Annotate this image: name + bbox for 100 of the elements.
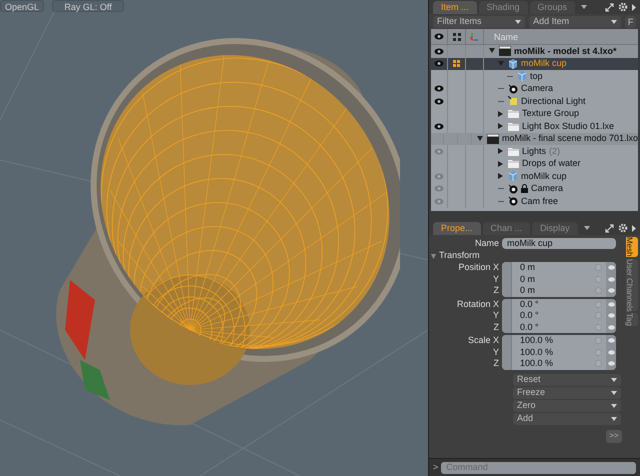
name-field[interactable]: moMilk cup — [502, 238, 616, 249]
settings-icon[interactable] — [618, 223, 628, 233]
expand-icon[interactable] — [605, 224, 614, 232]
tree-row[interactable]: Camera — [431, 82, 638, 95]
clapperboard-icon — [486, 134, 499, 144]
section-title[interactable]: Transform — [439, 249, 480, 263]
arrow-right-icon[interactable] — [632, 224, 636, 232]
tree-item-label: moMilk - final scene modo 701.lxo — [502, 132, 638, 145]
settings-icon[interactable] — [618, 2, 628, 12]
eye-icon[interactable] — [434, 122, 444, 130]
tree-row[interactable]: Drops of water — [431, 158, 638, 170]
collapsed-arrow-icon[interactable] — [498, 160, 504, 167]
collapsed-arrow-icon[interactable] — [498, 123, 504, 130]
drag-handle[interactable] — [502, 358, 512, 370]
viewport-button[interactable]: OpenGL — [0, 0, 44, 12]
tree-row[interactable]: Lights (2) — [431, 145, 638, 158]
tree-row[interactable]: Directional Light — [431, 95, 638, 108]
caret-icon[interactable] — [581, 5, 588, 9]
panel-tab[interactable]: Prope... — [433, 222, 481, 235]
eye-icon[interactable] — [434, 60, 444, 68]
caret-icon — [515, 20, 522, 24]
action-dropdown[interactable]: Add — [513, 412, 621, 424]
eye-toggle[interactable] — [606, 358, 616, 370]
tree-item-label: Directional Light — [521, 94, 586, 108]
tree-row[interactable]: Camera — [431, 182, 638, 195]
collapsed-arrow-icon[interactable] — [498, 148, 504, 154]
lock-icon[interactable] — [521, 184, 528, 194]
arrow-right-icon[interactable] — [632, 4, 636, 10]
collapsed-arrow-icon[interactable] — [498, 173, 504, 180]
tree-item-label: Cam free — [521, 194, 558, 208]
tree-row[interactable]: moMilk - model st 4.lxo* — [431, 45, 638, 58]
transform-value[interactable]: 100.0 % — [512, 335, 595, 348]
drag-handle[interactable] — [502, 298, 512, 310]
transform-value[interactable]: 0 m — [512, 284, 595, 296]
transform-value[interactable]: 0.0 ° — [512, 309, 595, 322]
side-tab[interactable]: Mesh — [626, 237, 638, 257]
tree-row[interactable]: Cam free — [431, 195, 638, 208]
eye-icon[interactable] — [434, 48, 444, 55]
tree-row[interactable]: moMilk - final scene modo 701.lxo — [431, 132, 638, 145]
transform-label: Y — [492, 310, 500, 322]
drag-handle[interactable] — [502, 322, 512, 333]
axis-icon[interactable] — [470, 32, 479, 41]
expanded-arrow-icon[interactable] — [476, 136, 483, 142]
caret-icon — [611, 416, 617, 420]
add-item-dropdown[interactable]: Add Item — [529, 16, 622, 28]
expand-icon[interactable] — [605, 2, 614, 12]
transform-value[interactable]: 100.0 % — [512, 357, 595, 370]
eye-icon[interactable] — [434, 33, 444, 40]
caret-icon — [611, 390, 617, 394]
panel-tab[interactable]: Item ... — [433, 1, 477, 14]
side-tab[interactable]: User Channels — [626, 258, 638, 312]
eye-toggle[interactable] — [606, 298, 616, 310]
tree-item-label: Texture Group — [522, 107, 580, 120]
eye-icon[interactable] — [434, 85, 444, 92]
transform-label: Z — [492, 358, 500, 370]
viewport-button[interactable]: Ray GL: Off — [52, 0, 124, 12]
name-label: Name — [474, 236, 499, 250]
tree-row[interactable]: moMilk cup — [431, 170, 638, 182]
more-button[interactable]: >> — [606, 430, 622, 442]
caret-icon — [611, 404, 617, 408]
tree-item-label: top — [530, 70, 543, 83]
transform-value[interactable]: 0 m — [512, 262, 595, 274]
transform-value[interactable]: 0.0 ° — [512, 320, 595, 333]
caret-icon[interactable] — [584, 226, 590, 230]
cube-icon — [508, 171, 518, 182]
eye-toggle[interactable] — [606, 262, 616, 274]
transform-value[interactable]: 0 m — [512, 272, 595, 286]
eye-toggle[interactable] — [606, 285, 616, 296]
transform-label: Rotation X — [456, 298, 500, 310]
grid-dots-icon[interactable] — [452, 32, 460, 40]
drag-handle[interactable] — [502, 285, 512, 296]
action-dropdown[interactable]: Zero — [513, 400, 621, 412]
f-button[interactable]: F — [625, 16, 636, 28]
clapperboard-icon — [499, 46, 511, 56]
transform-value[interactable]: 100.0 % — [512, 346, 595, 359]
drag-handle[interactable] — [502, 262, 512, 274]
action-dropdown[interactable]: Reset — [513, 374, 621, 386]
eye-icon[interactable] — [434, 98, 444, 105]
folder-icon — [508, 146, 519, 156]
transform-label: Y — [492, 274, 500, 285]
transform-label: Y — [492, 346, 500, 358]
action-dropdown[interactable]: Freeze — [513, 386, 621, 398]
side-tab[interactable]: Tag — [626, 313, 638, 326]
tree-row[interactable]: top — [431, 70, 638, 82]
tree-item-label: Camera — [531, 182, 564, 195]
3d-viewport[interactable]: OpenGL Ray GL: Off — [0, 0, 428, 476]
transform-label: Scale X — [466, 335, 500, 346]
caret-icon — [611, 378, 617, 382]
collapse-arrow-icon[interactable] — [431, 254, 436, 258]
eye-toggle[interactable] — [606, 335, 616, 346]
expanded-arrow-icon[interactable] — [489, 48, 495, 54]
collapsed-arrow-icon[interactable] — [498, 110, 504, 117]
tree-row[interactable]: Texture Group — [431, 108, 638, 120]
folder-icon — [508, 109, 519, 118]
filter-dropdown[interactable]: Filter Items — [433, 16, 526, 28]
caret-icon — [611, 20, 618, 24]
tree-row[interactable]: moMilk cup — [431, 58, 638, 70]
drag-handle[interactable] — [502, 335, 512, 346]
transform-value[interactable]: 0.0 ° — [512, 298, 595, 311]
eye-toggle[interactable] — [606, 322, 616, 333]
